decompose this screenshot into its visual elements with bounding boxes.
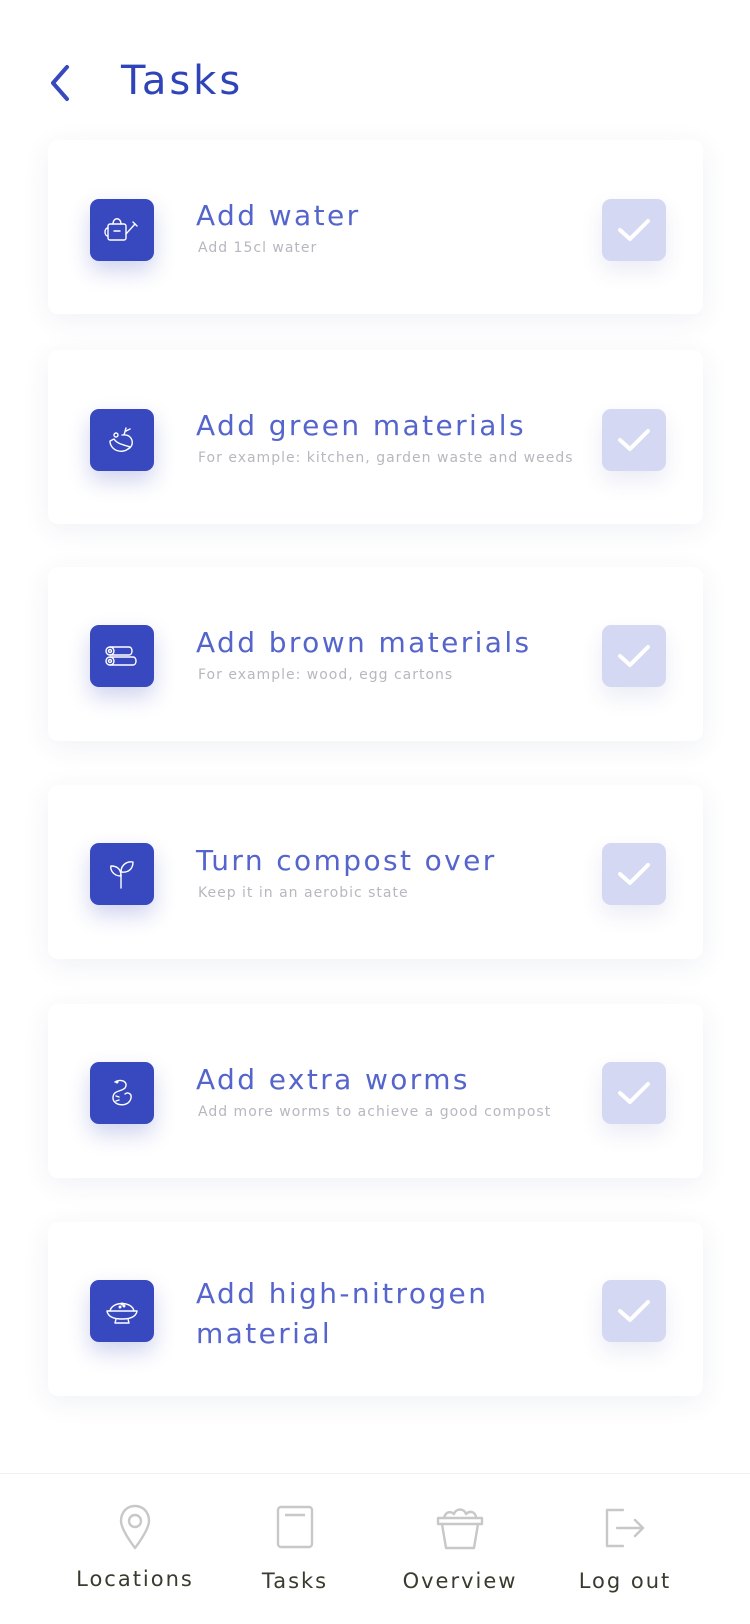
checkmark-icon [618, 429, 650, 451]
task-complete-checkbox[interactable] [602, 1062, 666, 1124]
task-title: Add extra worms [196, 1063, 470, 1096]
task-complete-checkbox[interactable] [602, 199, 666, 261]
compost-bin-icon [436, 1508, 484, 1550]
checkmark-icon [618, 1082, 650, 1104]
task-card-add-high-nitrogen-material: Add high-nitrogen material [48, 1222, 703, 1396]
bowl-icon [90, 1280, 154, 1342]
tab-tasks[interactable]: Tasks [220, 1474, 370, 1624]
tab-logout-label: Log out [578, 1569, 672, 1593]
task-description: Add 15cl water [198, 240, 318, 256]
tab-overview-label: Overview [402, 1569, 518, 1593]
task-card-add-extra-worms: Add extra worms Add more worms to achiev… [48, 1004, 703, 1178]
wood-logs-icon [90, 625, 154, 687]
checkmark-icon [618, 1300, 650, 1322]
task-title: Turn compost over [196, 844, 497, 877]
task-card-turn-compost-over: Turn compost over Keep it in an aerobic … [48, 785, 703, 959]
task-card-add-green-materials: Add green materials For example: kitchen… [48, 350, 703, 524]
watering-can-icon [90, 199, 154, 261]
document-icon [276, 1505, 314, 1549]
task-complete-checkbox[interactable] [602, 625, 666, 687]
tab-logout[interactable]: Log out [550, 1474, 700, 1624]
tab-locations[interactable]: Locations [60, 1474, 210, 1624]
task-card-add-water: Add water Add 15cl water [48, 140, 703, 314]
checkmark-icon [618, 645, 650, 667]
task-complete-checkbox[interactable] [602, 1280, 666, 1342]
bottom-tab-bar: Locations Tasks Overview Log out [0, 1473, 750, 1624]
tab-overview[interactable]: Overview [385, 1474, 535, 1624]
location-pin-icon [119, 1504, 151, 1550]
task-title: Add high-nitrogen material [196, 1277, 489, 1350]
worm-icon [90, 1062, 154, 1124]
task-description: For example: kitchen, garden waste and w… [198, 450, 574, 466]
task-title: Add water [196, 199, 361, 232]
back-button[interactable] [40, 58, 80, 108]
task-title: Add brown materials [196, 626, 532, 659]
vegetables-icon [90, 409, 154, 471]
header: Tasks [0, 0, 750, 150]
sprout-icon [90, 843, 154, 905]
checkmark-icon [618, 219, 650, 241]
task-description: For example: wood, egg cartons [198, 667, 454, 683]
logout-icon [605, 1508, 645, 1548]
tab-locations-label: Locations [76, 1567, 194, 1591]
checkmark-icon [618, 863, 650, 885]
task-description: Add more worms to achieve a good compost [198, 1104, 552, 1120]
task-description: Keep it in an aerobic state [198, 885, 409, 901]
tab-tasks-label: Tasks [261, 1569, 329, 1593]
task-title: Add green materials [196, 409, 526, 442]
task-complete-checkbox[interactable] [602, 843, 666, 905]
page-title: Tasks [121, 58, 244, 104]
task-complete-checkbox[interactable] [602, 409, 666, 471]
chevron-left-icon [51, 65, 69, 101]
task-card-add-brown-materials: Add brown materials For example: wood, e… [48, 567, 703, 741]
